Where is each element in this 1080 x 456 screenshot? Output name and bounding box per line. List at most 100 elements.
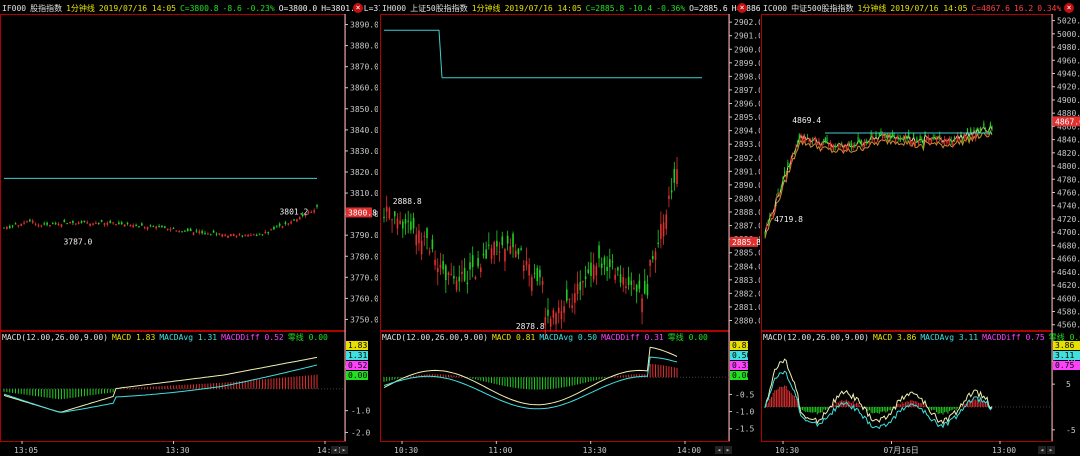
candle [638, 280, 641, 289]
candle [175, 230, 178, 232]
candle [86, 222, 89, 224]
candle [926, 137, 928, 140]
chart-canvas[interactable]: 5020.0 5000.0 4980.0 4960.0 4940.0 4920.0 4900… [761, 0, 1080, 456]
candle [493, 241, 496, 256]
candle [195, 230, 198, 232]
header-code: IC000 [763, 4, 788, 13]
header-period: 1分钟线 [857, 4, 887, 13]
candle [944, 139, 946, 143]
candle [903, 136, 905, 141]
price-annotation: 3801.2 [279, 208, 308, 217]
candle [646, 284, 649, 296]
nav-right-icon[interactable]: ▸ [724, 446, 732, 454]
candle [100, 219, 103, 222]
candle [565, 289, 568, 301]
candle [808, 138, 810, 142]
nav-left-icon[interactable]: ◂ [331, 446, 339, 454]
price-axis-tick: 2880.0 [734, 317, 760, 326]
candle [590, 262, 592, 277]
candle [506, 235, 509, 244]
candle [273, 227, 275, 230]
x-icon[interactable]: × [353, 3, 363, 13]
chart-panel-ih000[interactable]: 2902.0 2901.0 2900.0 2899.0 2898.0 2897.0 2896… [380, 0, 770, 456]
candle [837, 143, 840, 146]
header-open: O=3800.0 [278, 4, 318, 13]
candle [310, 211, 313, 213]
candle [517, 248, 520, 255]
x-icon[interactable]: × [1064, 3, 1074, 13]
chart-header: IC000 中证500股指指数 1分钟线 2019/07/16 14:05 C=4867… [763, 3, 1065, 15]
price-axis-tick: 4600.0 [1057, 294, 1080, 303]
chart-canvas[interactable]: 2902.0 2901.0 2900.0 2899.0 2898.0 2897.0 2896… [380, 0, 760, 456]
candle [204, 232, 206, 234]
candle [787, 162, 789, 167]
candle [66, 223, 69, 225]
candle [439, 264, 442, 269]
candle [431, 239, 434, 250]
candle [888, 134, 890, 137]
nav-right-icon[interactable]: ▸ [340, 446, 348, 454]
header-change: -10.4 [628, 4, 653, 13]
nav-left-icon[interactable]: ◂ [715, 446, 723, 454]
candle [46, 222, 48, 225]
price-axis-tick: 2887.0 [734, 222, 760, 231]
candle [952, 141, 954, 146]
candle [963, 134, 965, 137]
candle [244, 234, 247, 236]
candle [625, 286, 627, 289]
price-axis-tick: 3880.0 [350, 42, 378, 51]
candle [399, 220, 401, 225]
macd-axis-tick: 5 [1066, 380, 1071, 389]
candle [823, 139, 825, 142]
candle [169, 229, 172, 231]
candle [979, 128, 982, 132]
candle [447, 272, 450, 276]
price-axis-tick: 4740.0 [1057, 202, 1080, 211]
nav-left-icon[interactable]: ◂ [1038, 446, 1046, 454]
candle [490, 248, 493, 259]
x-icon[interactable]: × [737, 3, 747, 13]
candle [258, 233, 261, 235]
candle [826, 137, 828, 143]
candle [872, 137, 874, 140]
candle [927, 137, 929, 141]
candle [469, 262, 471, 270]
candle [957, 135, 959, 140]
candle [186, 228, 189, 231]
candle [560, 311, 563, 320]
time-axis-tick: 11:00 [488, 446, 512, 455]
candle [407, 220, 409, 222]
svg-text:0.31: 0.31 [732, 361, 751, 370]
candle [854, 144, 856, 146]
candle [474, 277, 477, 279]
candle [828, 144, 830, 146]
candle [821, 142, 823, 147]
candle [574, 293, 576, 303]
candle [135, 224, 137, 226]
candle [264, 231, 267, 234]
candle [883, 134, 885, 136]
candle [563, 306, 565, 313]
macd-header: MACD(12.00,26.00,9.00) MACD 3.86 MACDAvg 3… [763, 333, 1080, 343]
chart-panel-if000[interactable]: 3890.0 3880.0 3870.0 3860.0 3850.0 3840.0 3830… [0, 0, 402, 456]
header-code: IF000 [2, 4, 27, 13]
chart-panel-ic000[interactable]: 5020.0 5000.0 4980.0 4960.0 4940.0 4920.0 4900… [761, 0, 1080, 456]
candle [968, 136, 970, 138]
price-axis-tick: 3840.0 [350, 126, 378, 135]
nav-right-icon[interactable]: ▸ [1047, 446, 1055, 454]
candle [212, 230, 215, 233]
header-open: O=2885.6 [689, 4, 728, 13]
candle [919, 136, 921, 140]
candle [385, 206, 388, 212]
candle [600, 263, 603, 268]
price-axis-tick: 4980.0 [1057, 43, 1080, 52]
macd-axis-tick: -1.0 [351, 407, 370, 416]
candle [123, 224, 126, 227]
chart-canvas[interactable]: 3890.0 3880.0 3870.0 3860.0 3850.0 3840.0 3830… [0, 0, 378, 456]
candle [557, 307, 560, 314]
candle [881, 134, 884, 139]
candle [885, 134, 887, 138]
price-axis-tick: 4560.0 [1057, 321, 1080, 330]
price-axis-tick: 4900.0 [1057, 96, 1080, 105]
candle [227, 235, 229, 238]
